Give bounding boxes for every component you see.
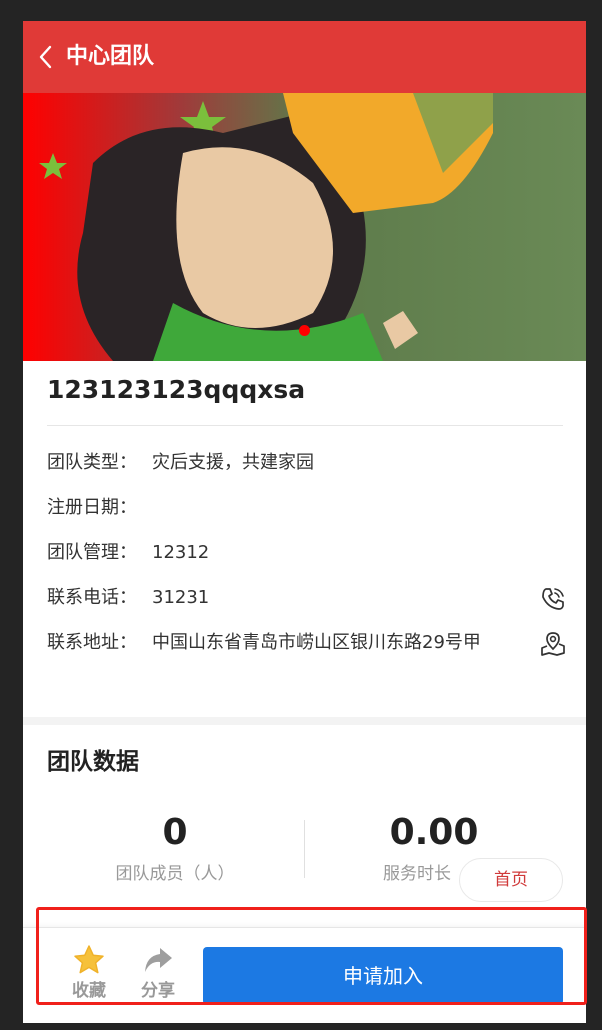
share-button[interactable]: 分享 [132,944,184,1004]
info-value: 灾后支援，共建家园 [152,452,314,473]
stat-hours-value: 0.00 [389,812,479,853]
phone-screen: 中心团队 123123123qqqxsa 团队类型： 灾后支援，共建家园 注册日… [23,21,586,1023]
carousel-indicator-dot[interactable] [299,325,310,336]
stat-divider [304,820,305,878]
page-title: 中心团队 [66,44,155,69]
info-value: 中国山东省青岛市崂山区银川东路29号甲 [152,632,481,653]
info-row-team-type: 团队类型： 灾后支援，共建家园 [47,448,567,478]
stat-members-value: 0 [162,812,188,853]
favorite-button[interactable]: 收藏 [63,944,115,1004]
star-icon [74,945,104,974]
info-label: 团队管理： [47,542,137,563]
info-row-register-date: 注册日期： [47,493,567,523]
info-row-team-manager: 团队管理： 12312 [47,538,567,568]
banner-image [23,93,586,361]
team-data-title: 团队数据 [47,749,139,775]
info-label: 团队类型： [47,452,137,473]
section-separator [23,717,586,725]
top-nav-bar: 中心团队 [23,21,586,93]
info-row-address: 联系地址： 中国山东省青岛市崂山区银川东路29号甲 [47,628,567,658]
home-button[interactable]: 首页 [459,858,563,902]
favorite-label: 收藏 [72,981,106,1001]
map-location-icon[interactable] [539,630,567,658]
info-value: 12312 [152,542,210,563]
stat-members: 0 团队成员（人） [50,811,300,887]
info-label: 联系电话： [47,587,137,608]
banner-carousel[interactable] [23,93,586,361]
info-row-phone: 联系电话： 31231 [47,583,567,613]
info-value: 31231 [152,587,210,608]
team-name: 123123123qqqxsa [47,375,306,404]
apply-join-button[interactable]: 申请加入 [203,947,563,1005]
back-arrow-icon[interactable] [37,43,55,71]
share-icon [145,948,172,972]
phone-call-icon[interactable] [539,585,567,613]
share-label: 分享 [141,981,175,1001]
bottom-action-bar: 收藏 分享 申请加入 [23,927,586,1023]
info-label: 联系地址： [47,632,137,653]
stat-members-label: 团队成员（人） [115,864,235,884]
divider [47,425,563,426]
info-label: 注册日期： [47,497,137,518]
